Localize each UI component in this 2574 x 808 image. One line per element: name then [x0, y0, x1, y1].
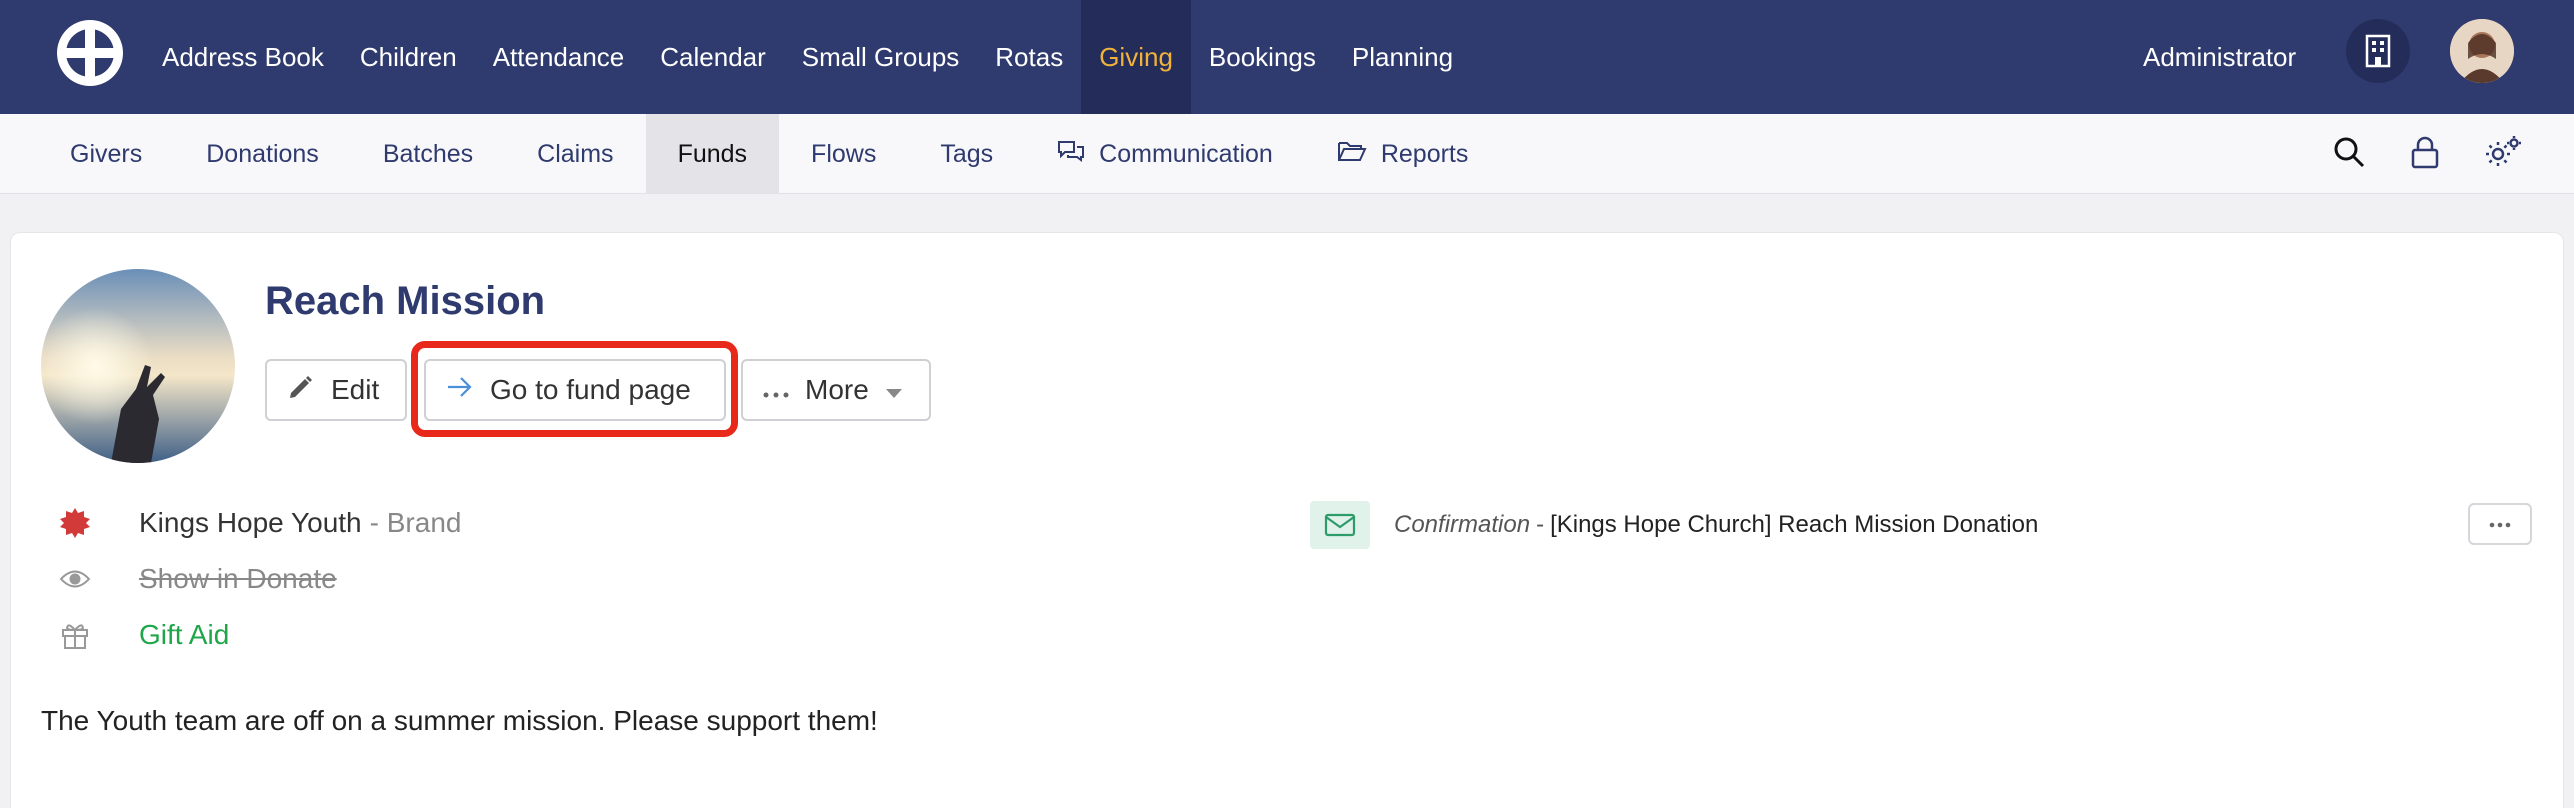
row-options-button[interactable] [2468, 503, 2532, 545]
sub-nav: Givers Donations Batches Claims Funds Fl… [0, 114, 2574, 194]
brand-row: Kings Hope Youth - Brand [55, 503, 461, 543]
tab-communication-label: Communication [1099, 139, 1273, 168]
folder-open-icon [1337, 139, 1367, 170]
tab-communication[interactable]: Communication [1025, 114, 1305, 194]
nav-giving[interactable]: Giving [1081, 0, 1191, 114]
search-icon[interactable] [2332, 135, 2366, 174]
sub-menu: Givers Donations Batches Claims Funds Fl… [38, 114, 1500, 194]
tab-givers[interactable]: Givers [38, 114, 174, 194]
confirmation-subject: [Kings Hope Church] Reach Mission Donati… [1550, 511, 2039, 538]
tab-reports[interactable]: Reports [1305, 114, 1501, 194]
page-title: Reach Mission [265, 279, 546, 323]
tab-claims[interactable]: Claims [505, 114, 645, 194]
top-nav: Address Book Children Attendance Calenda… [0, 0, 2574, 114]
nav-address-book[interactable]: Address Book [144, 0, 342, 114]
more-button-label: More [805, 374, 869, 405]
gift-aid-label: Gift Aid [139, 619, 230, 650]
tab-batches[interactable]: Batches [351, 114, 505, 194]
fund-card: Reach Mission Edit Go to fund page More [10, 232, 2564, 808]
tab-flows[interactable]: Flows [779, 114, 908, 194]
edit-button[interactable]: Edit [265, 359, 407, 421]
edit-button-label: Edit [331, 374, 380, 405]
brand-badge-icon [55, 503, 95, 543]
confirmation-email-row[interactable]: Confirmation - [Kings Hope Church] Reach… [1310, 501, 2038, 549]
pencil-icon [287, 373, 315, 408]
fund-image [41, 269, 235, 463]
brand-name[interactable]: Kings Hope Youth [139, 507, 362, 539]
fund-description: The Youth team are off on a summer missi… [41, 705, 878, 736]
app-logo-icon[interactable] [55, 18, 125, 88]
gift-aid-row: Gift Aid [55, 615, 229, 655]
nav-children[interactable]: Children [342, 0, 475, 114]
envelope-icon [1310, 501, 1370, 549]
settings-gears-icon[interactable] [2484, 134, 2524, 175]
ellipsis-icon [763, 374, 789, 406]
nav-attendance[interactable]: Attendance [475, 0, 643, 114]
confirmation-label: Confirmation [1394, 511, 1531, 538]
eye-icon [55, 559, 95, 599]
tab-tags[interactable]: Tags [908, 114, 1025, 194]
top-menu: Address Book Children Attendance Calenda… [144, 0, 1471, 114]
tab-reports-label: Reports [1380, 139, 1469, 168]
highlight-box [411, 341, 738, 437]
nav-calendar[interactable]: Calendar [642, 0, 784, 114]
lock-icon[interactable] [2410, 135, 2440, 174]
gift-icon [55, 615, 95, 655]
tab-donations[interactable]: Donations [174, 114, 351, 194]
caret-down-icon [885, 374, 903, 406]
nav-rotas[interactable]: Rotas [977, 0, 1081, 114]
nav-small-groups[interactable]: Small Groups [784, 0, 978, 114]
building-icon[interactable] [2346, 19, 2410, 83]
tab-funds[interactable]: Funds [645, 114, 780, 194]
show-in-donate-row: Show in Donate [55, 559, 337, 599]
sub-nav-tools [2332, 114, 2524, 194]
show-in-donate-label: Show in Donate [139, 563, 337, 594]
brand-tag: - Brand [369, 507, 462, 538]
ellipsis-icon [2489, 515, 2511, 533]
chat-bubbles-icon [1057, 139, 1085, 170]
user-avatar[interactable] [2450, 19, 2514, 83]
nav-bookings[interactable]: Bookings [1191, 0, 1334, 114]
user-role-label[interactable]: Administrator [2143, 0, 2296, 114]
confirmation-separator: - [1536, 511, 1545, 538]
nav-planning[interactable]: Planning [1334, 0, 1471, 114]
more-button[interactable]: More [741, 359, 931, 421]
